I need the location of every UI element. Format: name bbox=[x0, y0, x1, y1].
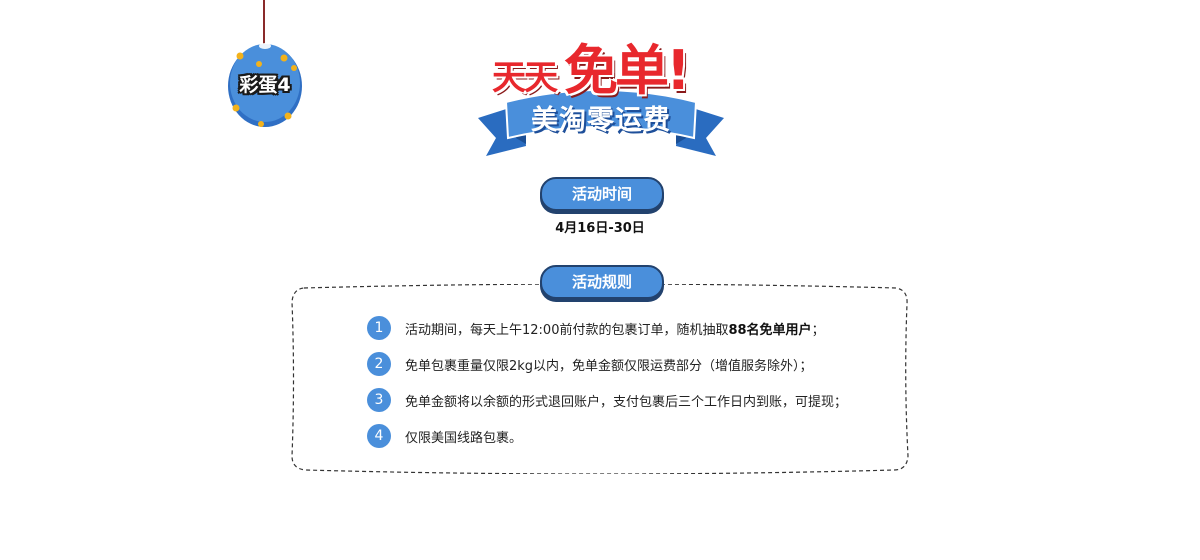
rule-item: 2 免单包裹重量仅限2kg以内，免单金额仅限运费部分（增值服务除外）； bbox=[367, 352, 813, 376]
activity-date: 4月16日-30日 bbox=[555, 221, 645, 236]
rule-text-3: 免单金额将以余额的形式退回账户，支付包裹后三个工作日内到账，可提现； bbox=[405, 394, 848, 410]
logo-text-big: 免单! bbox=[564, 39, 691, 102]
rule-item: 1 活动期间，每天上午12:00前付款的包裹订单，随机抽取88名免单用户； bbox=[367, 316, 825, 340]
logo-ribbon-text: 美淘零运费 bbox=[531, 105, 671, 136]
activity-rules-badge: 活动规则 bbox=[540, 265, 664, 299]
rules-panel: 1 活动期间，每天上午12:00前付款的包裹订单，随机抽取88名免单用户； 2 … bbox=[290, 284, 910, 474]
rule-item: 3 免单金额将以余额的形式退回账户，支付包裹后三个工作日内到账，可提现； bbox=[367, 388, 847, 412]
rule-text-1: 活动期间，每天上午12:00前付款的包裹订单，随机抽取88名免单用户； bbox=[405, 322, 825, 338]
rule-number-2: 2 bbox=[367, 352, 391, 376]
rule-number-4: 4 bbox=[367, 424, 391, 448]
rule-number-1: 1 bbox=[367, 316, 391, 340]
easter-egg-tag[interactable]: 彩蛋4 bbox=[226, 38, 304, 128]
activity-time-badge: 活动时间 bbox=[540, 177, 664, 211]
rule-number-3: 3 bbox=[367, 388, 391, 412]
logo-text-small: 天天 bbox=[492, 58, 558, 98]
rule-item: 4 仅限美国线路包裹。 bbox=[367, 424, 522, 448]
promo-logo: 天天 免单! 美淘零运费 bbox=[466, 26, 736, 160]
egg-label: 彩蛋4 bbox=[239, 74, 291, 96]
rule-text-4: 仅限美国线路包裹。 bbox=[405, 430, 523, 446]
rule-text-2: 免单包裹重量仅限2kg以内，免单金额仅限运费部分（增值服务除外）； bbox=[405, 358, 813, 374]
